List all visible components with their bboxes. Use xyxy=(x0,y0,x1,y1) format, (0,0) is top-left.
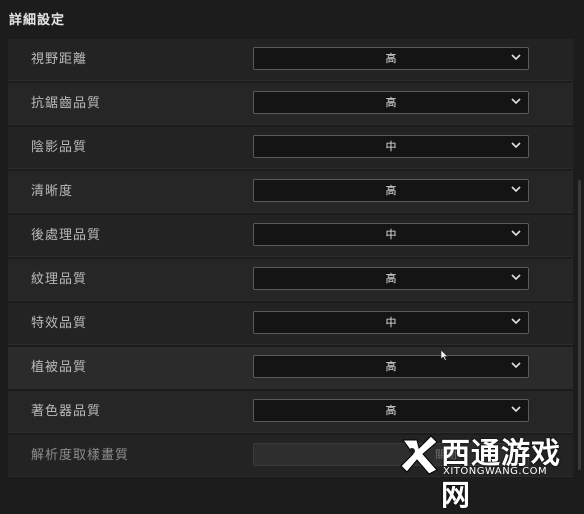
watermark-logo-icon xyxy=(400,435,438,475)
cursor-icon xyxy=(441,350,449,361)
dropdown-value: 高 xyxy=(385,272,397,285)
setting-label: 紋理品質 xyxy=(31,272,88,287)
texture-quality-dropdown[interactable]: 高 xyxy=(253,267,529,290)
shadow-quality-dropdown[interactable]: 中 xyxy=(253,135,529,158)
setting-label: 抗鋸齒品質 xyxy=(31,96,102,111)
dropdown-value: 高 xyxy=(385,52,397,65)
anti-aliasing-dropdown[interactable]: 高 xyxy=(253,91,529,114)
section-title: 詳細設定 xyxy=(9,13,66,28)
setting-label: 後處理品質 xyxy=(31,228,102,243)
setting-row-sharpness: 清晰度 高 xyxy=(8,171,573,213)
scrollbar[interactable] xyxy=(578,180,581,470)
dropdown-value: 中 xyxy=(385,140,397,153)
chevron-down-icon xyxy=(511,318,521,325)
chevron-down-icon xyxy=(511,186,521,193)
setting-row-texture-quality: 紋理品質 高 xyxy=(8,259,573,301)
setting-label: 陰影品質 xyxy=(31,140,88,155)
setting-row-view-distance: 視野距離 高 xyxy=(8,39,573,81)
chevron-down-icon xyxy=(511,98,521,105)
sharpness-dropdown[interactable]: 高 xyxy=(253,179,529,202)
setting-row-foliage-quality: 植被品質 高 xyxy=(8,347,573,389)
chevron-down-icon xyxy=(511,406,521,413)
foliage-quality-dropdown[interactable]: 高 xyxy=(253,355,529,378)
dropdown-value: 中 xyxy=(385,228,397,241)
chevron-down-icon xyxy=(511,54,521,61)
view-distance-dropdown[interactable]: 高 xyxy=(253,47,529,70)
chevron-down-icon xyxy=(511,142,521,149)
setting-row-anti-aliasing: 抗鋸齒品質 高 xyxy=(8,83,573,125)
chevron-down-icon xyxy=(511,274,521,281)
watermark: 西通游戏网 XITONGWANG.COM xyxy=(395,432,584,512)
dropdown-value: 中 xyxy=(385,316,397,329)
setting-label: 清晰度 xyxy=(31,184,74,199)
setting-label: 特效品質 xyxy=(31,316,88,331)
chevron-down-icon xyxy=(511,362,521,369)
shader-quality-dropdown[interactable]: 高 xyxy=(253,399,529,422)
setting-label: 解析度取樣畫質 xyxy=(31,448,130,463)
setting-row-post-processing: 後處理品質 中 xyxy=(8,215,573,257)
post-processing-dropdown[interactable]: 中 xyxy=(253,223,529,246)
setting-label: 植被品質 xyxy=(31,360,88,375)
dropdown-value: 高 xyxy=(385,96,397,109)
setting-row-shadow-quality: 陰影品質 中 xyxy=(8,127,573,169)
dropdown-value: 高 xyxy=(385,184,397,197)
settings-list: 視野距離 高 抗鋸齒品質 高 陰影品質 中 清晰度 高 後處理品質 中 紋理品質… xyxy=(8,39,573,479)
setting-row-shader-quality: 著色器品質 高 xyxy=(8,391,573,433)
dropdown-value: 高 xyxy=(385,404,397,417)
setting-label: 著色器品質 xyxy=(31,404,102,419)
setting-row-effects-quality: 特效品質 中 xyxy=(8,303,573,345)
effects-quality-dropdown[interactable]: 中 xyxy=(253,311,529,334)
chevron-down-icon xyxy=(511,230,521,237)
watermark-subtitle: XITONGWANG.COM xyxy=(443,466,548,477)
setting-label: 視野距離 xyxy=(31,52,88,67)
dropdown-value: 高 xyxy=(385,360,397,373)
